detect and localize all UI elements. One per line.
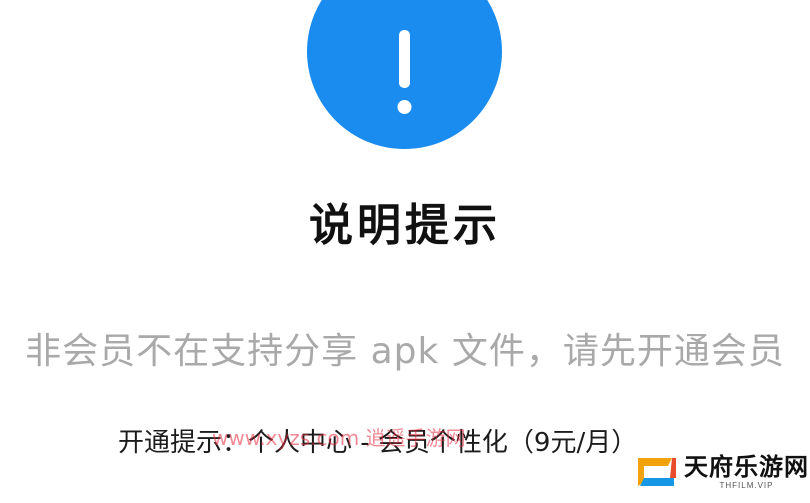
logo-name: 天府乐游网 [684,453,809,481]
alert-icon-circle [307,0,502,149]
watermark-text: www.xyzs.com 逍遥手游网 [212,426,466,450]
logo-domain: THFILM.VIP [719,481,774,490]
logo-mark-icon [638,458,676,486]
site-logo: 天府乐游网 THFILM.VIP [632,447,808,497]
dialog-title: 说明提示 [309,200,501,251]
dialog-message: 非会员不在支持分享 apk 文件，请先开通会员 [25,331,785,372]
exclamation-icon [397,30,412,114]
